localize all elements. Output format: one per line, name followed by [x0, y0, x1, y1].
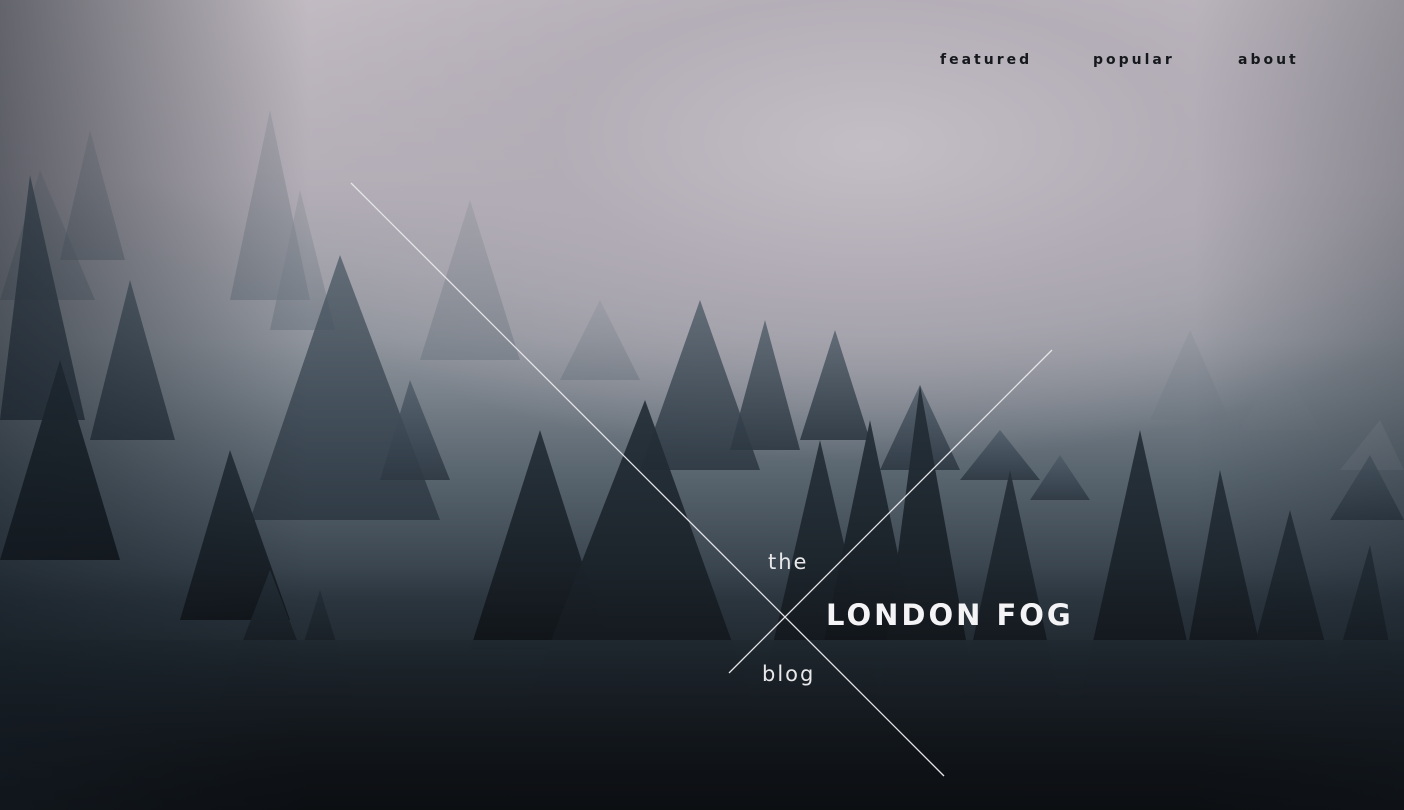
logo-suffix-blog: blog: [762, 662, 816, 686]
nav-popular-link[interactable]: popular: [1093, 52, 1175, 68]
logo-prefix-the: the: [768, 550, 809, 574]
forest-fog-image: [0, 110, 1404, 810]
logo-title[interactable]: LONDON FOG: [826, 598, 1074, 632]
nav-featured-link[interactable]: featured: [940, 52, 1032, 68]
hero-background: featured popular about the LONDON FOG bl…: [0, 0, 1404, 810]
top-navigation: featured popular about: [0, 52, 1404, 74]
nav-about-link[interactable]: about: [1238, 52, 1299, 68]
